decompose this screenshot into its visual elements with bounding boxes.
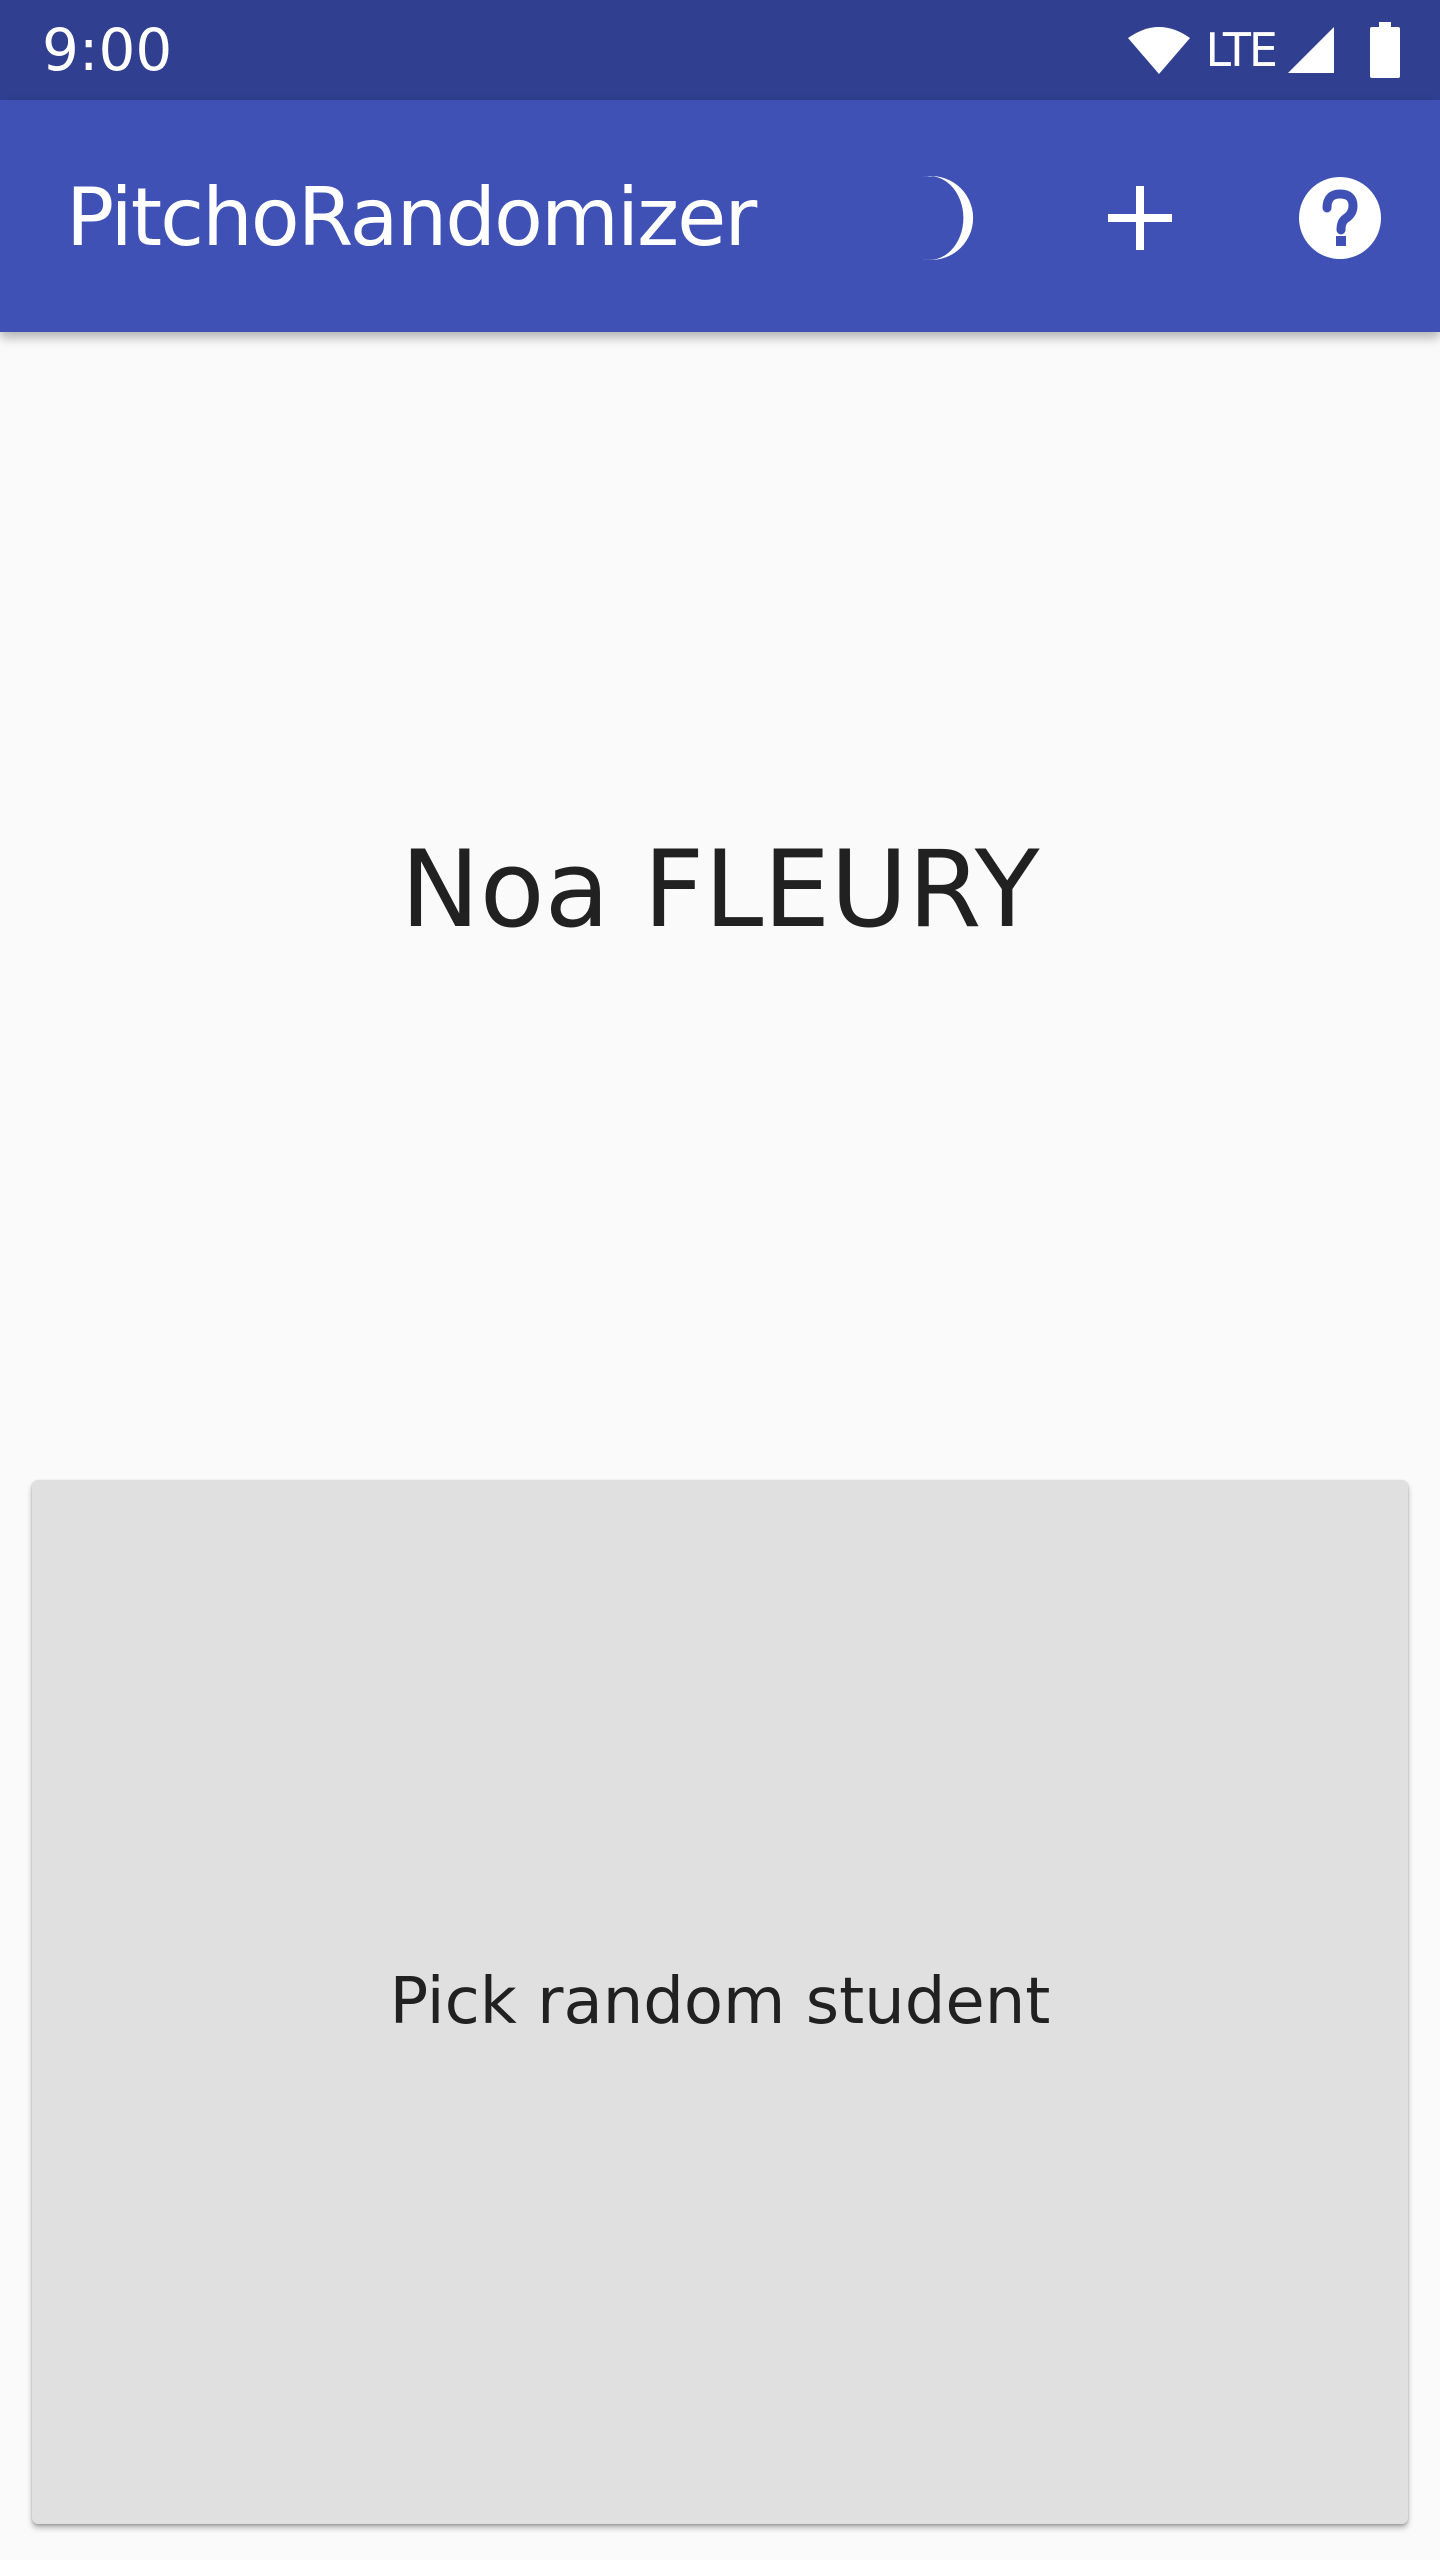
wifi-icon — [1126, 24, 1192, 76]
network-type-label: LTE — [1205, 23, 1278, 77]
status-icons: LTE — [1126, 22, 1400, 78]
status-bar: 9:00 LTE — [0, 0, 1440, 100]
pick-random-student-button[interactable]: Pick random student — [32, 1480, 1408, 2524]
moon-icon — [900, 173, 980, 263]
app-bar: PitchoRandomizer — [0, 100, 1440, 332]
dark-mode-button[interactable] — [884, 162, 996, 274]
add-icon — [1108, 186, 1172, 250]
selected-student-name: Noa FLEURY — [400, 828, 1040, 951]
battery-icon — [1370, 22, 1400, 78]
help-button[interactable] — [1284, 162, 1396, 274]
app-title: PitchoRandomizer — [66, 171, 757, 264]
pick-button-label: Pick random student — [389, 1965, 1051, 2039]
status-time: 9:00 — [42, 16, 173, 84]
add-student-button[interactable] — [1084, 162, 1196, 274]
cell-signal-icon — [1286, 25, 1336, 75]
help-icon — [1298, 176, 1382, 260]
